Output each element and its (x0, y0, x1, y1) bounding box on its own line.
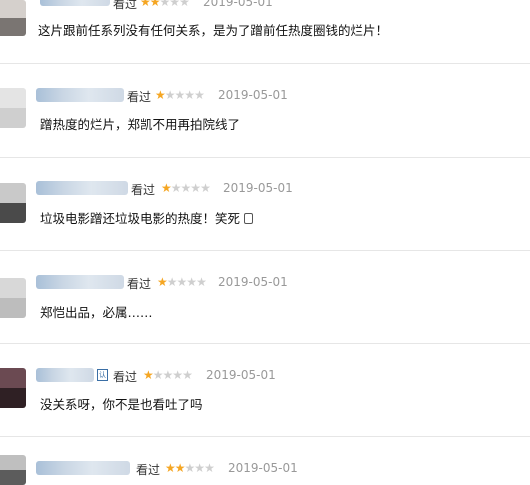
star-empty-icon: ★ (172, 368, 183, 382)
star-empty-icon: ★ (186, 275, 197, 289)
star-empty-icon: ★ (164, 88, 176, 102)
avatar[interactable] (0, 455, 26, 485)
star-empty-icon: ★ (196, 275, 207, 289)
rating-stars: ★★★★★ (155, 88, 205, 102)
avatar[interactable] (0, 183, 26, 223)
star-empty-icon: ★ (204, 461, 215, 475)
username-blurred[interactable] (36, 181, 128, 195)
star-empty-icon: ★ (179, 0, 190, 9)
watched-label: 看过 (127, 277, 152, 291)
star-empty-icon: ★ (180, 181, 192, 195)
phone-like-emoji-icon (244, 213, 254, 224)
star-empty-icon: ★ (174, 88, 186, 102)
comment-date: 2019-05-01 (206, 368, 276, 382)
star-filled-icon: ★ (161, 181, 172, 195)
star-empty-icon: ★ (184, 88, 195, 102)
avatar[interactable] (0, 368, 26, 408)
rating-stars: ★★★★★ (140, 0, 190, 9)
star-empty-icon: ★ (162, 368, 174, 382)
watched-label: 看过 (127, 90, 152, 104)
username-blurred[interactable] (36, 275, 124, 289)
username-blurred[interactable] (40, 0, 110, 6)
star-filled-icon: ★ (143, 368, 154, 382)
comment-date: 2019-05-01 (228, 461, 298, 475)
rating-stars: ★★★★★ (157, 275, 207, 289)
comment-date: 2019-05-01 (218, 275, 288, 289)
star-empty-icon: ★ (176, 275, 188, 289)
star-filled-icon: ★ (140, 0, 151, 9)
watched-label: 看过 (131, 183, 156, 197)
star-filled-icon: ★ (174, 461, 186, 475)
star-empty-icon: ★ (200, 181, 211, 195)
watched-label: 看过 (113, 0, 138, 11)
rating-stars: ★★★★★ (165, 461, 215, 475)
watched-label: 看过 (136, 463, 161, 477)
star-empty-icon: ★ (166, 275, 178, 289)
username-blurred[interactable] (36, 461, 130, 475)
username-blurred[interactable] (36, 88, 124, 102)
star-empty-icon: ★ (182, 368, 193, 382)
comment-text-content: 垃圾电影蹭还垃圾电影的热度！笑死 (40, 211, 241, 226)
star-filled-icon: ★ (157, 275, 168, 289)
comment-date: 2019-05-01 (203, 0, 273, 9)
divider (0, 250, 530, 251)
comment-date: 2019-05-01 (218, 88, 288, 102)
comment-text: 垃圾电影蹭还垃圾电影的热度！笑死 (40, 208, 254, 227)
comment-date: 2019-05-01 (223, 181, 293, 195)
star-filled-icon: ★ (149, 0, 161, 9)
star-empty-icon: ★ (184, 461, 196, 475)
star-filled-icon: ★ (165, 461, 176, 475)
comment-text: 没关系呀，你不是也看吐了吗 (40, 397, 203, 412)
avatar[interactable] (0, 278, 26, 318)
divider (0, 63, 530, 64)
rating-stars: ★★★★★ (161, 181, 211, 195)
star-empty-icon: ★ (194, 88, 205, 102)
verified-badge-icon: 认 (97, 369, 108, 381)
star-empty-icon: ★ (152, 368, 164, 382)
star-empty-icon: ★ (170, 181, 182, 195)
watched-label: 看过 (113, 370, 138, 384)
comment-text: 这片跟前任系列没有任何关系，是为了蹭前任热度圈钱的烂片！ (38, 23, 389, 38)
star-empty-icon: ★ (194, 461, 205, 475)
star-empty-icon: ★ (159, 0, 171, 9)
comment-text: 蹭热度的烂片，郑凯不用再拍院线了 (40, 117, 241, 132)
divider (0, 436, 530, 437)
rating-stars: ★★★★★ (143, 368, 193, 382)
star-empty-icon: ★ (169, 0, 180, 9)
avatar[interactable] (0, 88, 26, 128)
divider (0, 343, 530, 344)
avatar[interactable] (0, 0, 26, 36)
divider (0, 157, 530, 158)
star-empty-icon: ★ (190, 181, 201, 195)
username-blurred[interactable] (36, 368, 94, 382)
star-filled-icon: ★ (155, 88, 166, 102)
comment-text: 郑恺出品，必属…… (40, 305, 153, 320)
